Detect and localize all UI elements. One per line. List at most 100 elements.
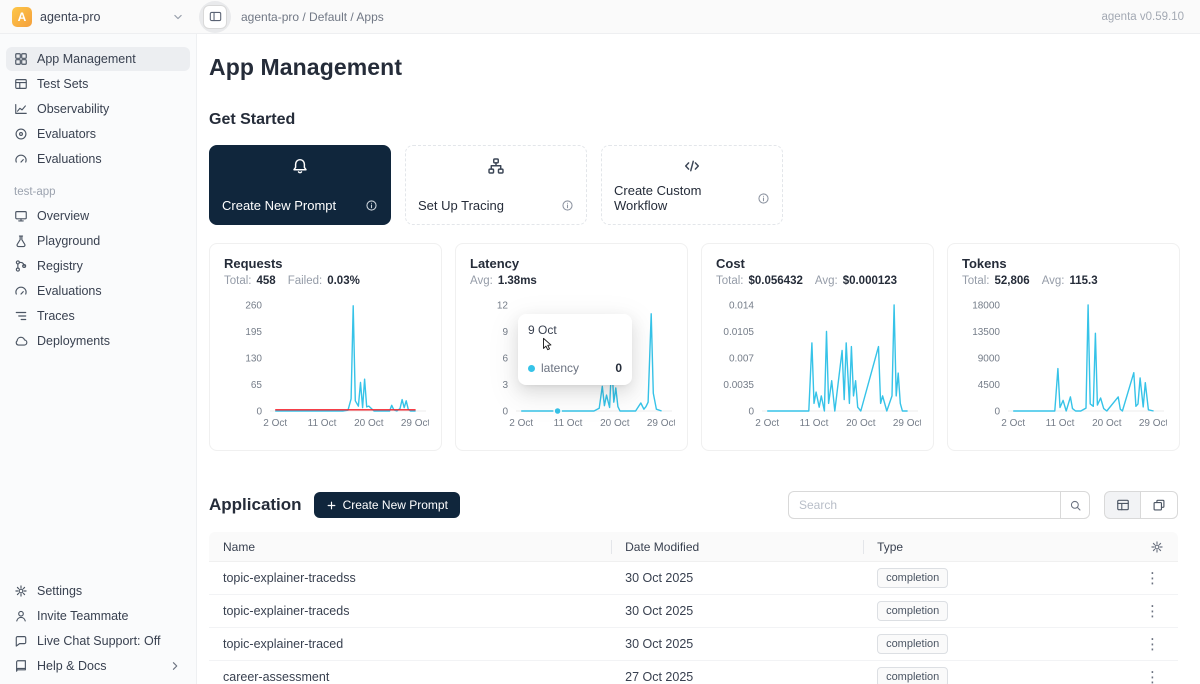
search-input[interactable] (788, 491, 1060, 519)
grid-icon (14, 52, 28, 66)
row-menu-button[interactable]: ⋮ (1141, 604, 1164, 619)
column-header-date-modified[interactable]: Date Modified (611, 532, 863, 561)
table-row[interactable]: topic-explainer-traced 30 Oct 2025 compl… (209, 628, 1178, 661)
sidebar-item-observability[interactable]: Observability (6, 97, 190, 121)
svg-text:20 Oct: 20 Oct (1092, 418, 1122, 429)
sidebar-app-nav: Overview Playground Registry Evaluations… (0, 204, 196, 353)
app-date-modified: 30 Oct 2025 (611, 595, 863, 627)
sidebar-item-evaluations[interactable]: Evaluations (6, 279, 190, 303)
sidebar-item-label: Observability (37, 102, 109, 116)
metric-label: Total: (224, 275, 252, 287)
info-icon[interactable] (365, 199, 378, 212)
sidebar-item-app-management[interactable]: App Management (6, 47, 190, 71)
get-started-heading: Get Started (209, 111, 1178, 129)
breadcrumb[interactable]: agenta-pro / Default / Apps (241, 10, 384, 24)
app-date-modified: 30 Oct 2025 (611, 628, 863, 660)
sidebar-item-evaluations[interactable]: Evaluations (6, 147, 190, 171)
app-type-cell: completion (863, 661, 1096, 684)
metric-label: Avg: (1042, 275, 1065, 287)
app-name[interactable]: topic-explainer-traced (209, 628, 611, 660)
svg-text:9: 9 (502, 327, 508, 338)
stat-chart-tokens: 04500900013500180002 Oct11 Oct20 Oct29 O… (962, 293, 1167, 439)
tooltip-value: 0 (615, 361, 622, 375)
table-view-button[interactable] (1104, 491, 1141, 519)
info-icon[interactable] (757, 192, 770, 205)
table-row[interactable]: career-assessment 27 Oct 2025 completion… (209, 661, 1178, 684)
svg-text:29 Oct: 29 Oct (893, 418, 921, 429)
card-label: Create Custom Workflow (614, 183, 757, 213)
get-started-card-create-custom-workflow[interactable]: Create Custom Workflow (601, 145, 783, 225)
create-new-prompt-button[interactable]: Create New Prompt (314, 492, 460, 518)
evaluators-icon (14, 127, 28, 141)
metric-value: $0.000123 (843, 275, 897, 287)
tooltip-date: 9 Oct (528, 323, 622, 337)
metric-label: Avg: (815, 275, 838, 287)
tooltip-row: latency 0 (528, 361, 622, 375)
sidebar-item-settings[interactable]: Settings (6, 579, 190, 603)
app-root: A agenta-pro agenta-pro / Default / Apps… (0, 0, 1200, 684)
column-header-type[interactable]: Type (863, 532, 1096, 561)
svg-text:0.014: 0.014 (729, 301, 754, 312)
table-row[interactable]: topic-explainer-traceds 30 Oct 2025 comp… (209, 595, 1178, 628)
workspace-switcher[interactable]: A agenta-pro (0, 0, 197, 33)
svg-text:11 Oct: 11 Oct (1046, 418, 1075, 429)
row-actions: ⋮ (1096, 562, 1178, 594)
svg-text:29 Oct: 29 Oct (1139, 418, 1167, 429)
sidebar-item-help-docs[interactable]: Help & Docs (6, 654, 190, 678)
sidebar-item-registry[interactable]: Registry (6, 254, 190, 278)
table-settings-gear-icon[interactable] (1150, 540, 1164, 554)
playground-icon (14, 234, 28, 248)
svg-text:4500: 4500 (978, 380, 1001, 391)
app-name[interactable]: topic-explainer-tracedss (209, 562, 611, 594)
row-menu-button[interactable]: ⋮ (1141, 637, 1164, 652)
app-name[interactable]: career-assessment (209, 661, 611, 684)
card-view-button[interactable] (1141, 491, 1178, 519)
sidebar-item-label: Registry (37, 259, 83, 273)
app-name[interactable]: topic-explainer-traceds (209, 595, 611, 627)
sidebar-toggle-button[interactable] (203, 5, 227, 29)
info-icon[interactable] (561, 199, 574, 212)
card-view-icon (1152, 498, 1166, 512)
sidebar-item-invite-teammate[interactable]: Invite Teammate (6, 604, 190, 628)
sidebar-item-deployments[interactable]: Deployments (6, 329, 190, 353)
table-row[interactable]: topic-explainer-tracedss 30 Oct 2025 com… (209, 562, 1178, 595)
sidebar-item-traces[interactable]: Traces (6, 304, 190, 328)
metric-label: Avg: (470, 275, 493, 287)
test-sets-icon (14, 77, 28, 91)
row-menu-button[interactable]: ⋮ (1141, 670, 1164, 684)
row-actions: ⋮ (1096, 628, 1178, 660)
application-heading: Application (209, 495, 302, 515)
row-actions: ⋮ (1096, 661, 1178, 684)
evaluations-icon (14, 284, 28, 298)
sidebar-item-overview[interactable]: Overview (6, 204, 190, 228)
traces-icon (14, 309, 28, 323)
svg-text:0: 0 (748, 407, 754, 418)
card-bottom: Set Up Tracing (418, 198, 574, 213)
svg-text:18000: 18000 (972, 301, 1000, 312)
plus-icon (326, 500, 337, 511)
metric-value: 458 (257, 275, 276, 287)
card-label: Set Up Tracing (418, 198, 504, 213)
sidebar-item-playground[interactable]: Playground (6, 229, 190, 253)
column-header-name[interactable]: Name (209, 532, 611, 561)
sidebar-item-label: Help & Docs (37, 659, 106, 673)
stat-cards: Requests Total:458Failed:0.03% 065130195… (209, 243, 1178, 451)
sidebar-item-test-sets[interactable]: Test Sets (6, 72, 190, 96)
cursor-icon (540, 336, 554, 353)
metric-value: $0.056432 (749, 275, 803, 287)
row-menu-button[interactable]: ⋮ (1141, 571, 1164, 586)
stat-card-tokens: Tokens Total:52,806Avg:115.3 04500900013… (947, 243, 1180, 451)
table-body: topic-explainer-tracedss 30 Oct 2025 com… (209, 562, 1178, 684)
get-started-card-create-new-prompt[interactable]: Create New Prompt (209, 145, 391, 225)
search-button[interactable] (1060, 491, 1090, 519)
svg-text:3: 3 (502, 380, 508, 391)
sidebar-item-live-chat-support-off[interactable]: Live Chat Support: Off (6, 629, 190, 653)
type-badge: completion (877, 601, 948, 621)
bell-icon (222, 157, 378, 175)
svg-text:2 Oct: 2 Oct (755, 418, 779, 429)
version-label: agenta v0.59.10 (1102, 11, 1185, 23)
svg-text:0: 0 (256, 407, 262, 418)
get-started-card-set-up-tracing[interactable]: Set Up Tracing (405, 145, 587, 225)
sidebar-item-evaluators[interactable]: Evaluators (6, 122, 190, 146)
svg-text:29 Oct: 29 Oct (647, 418, 675, 429)
